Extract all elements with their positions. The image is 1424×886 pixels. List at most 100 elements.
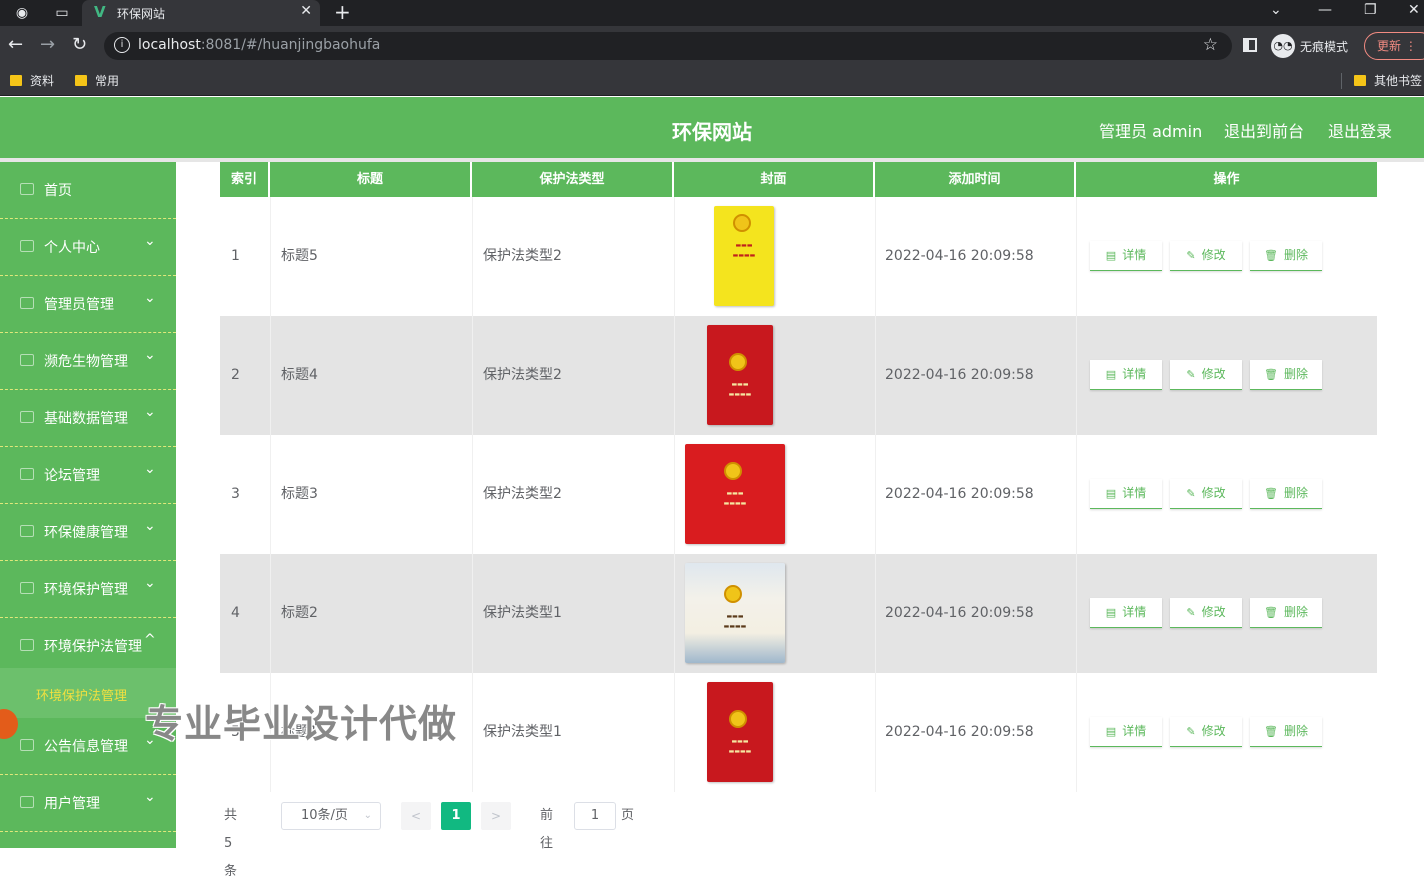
side-panel-icon[interactable] <box>1243 38 1257 52</box>
trash-icon: 🗑 <box>1264 487 1278 500</box>
book-cover-image: ▬▬▬ ▬▬▬▬ <box>685 444 785 544</box>
admin-label: 管理员 admin <box>1099 122 1203 141</box>
bookmark-star-icon[interactable]: ☆ <box>1203 35 1218 55</box>
globe-icon[interactable]: ◉ <box>12 3 32 23</box>
page-number-button[interactable]: 1 <box>441 802 471 830</box>
detail-button[interactable]: ▤ 详情 <box>1090 479 1162 509</box>
edit-button[interactable]: ✎ 修改 <box>1170 717 1242 747</box>
browser-tab[interactable]: V 环保网站 ✕ <box>82 0 320 26</box>
sidebar-item-protection[interactable]: 环境保护管理 ⌄ <box>0 561 176 618</box>
table-row: 2 标题4 保护法类型2 ▬▬▬ ▬▬▬▬ 2022-04-16 20:09:58 ▤ 详情 ✎… <box>220 316 1377 435</box>
column-header-time: 添加时间 <box>875 162 1076 197</box>
chevron-down-icon: ⌄ <box>363 810 372 821</box>
cell-cover: ▬▬▬ ▬▬▬▬ <box>685 563 785 663</box>
page-size-select[interactable]: 10条/页 ⌄ <box>281 802 381 830</box>
cell-type: 保护法类型2 <box>483 248 562 264</box>
cell-type: 保护法类型1 <box>483 724 562 740</box>
menu-icon <box>20 354 34 366</box>
next-page-button[interactable]: > <box>481 802 511 830</box>
column-divider <box>1076 435 1077 554</box>
sidebar-item-basedata[interactable]: 基础数据管理 ⌄ <box>0 390 176 447</box>
national-emblem-icon <box>729 353 747 371</box>
detail-button[interactable]: ▤ 详情 <box>1090 598 1162 628</box>
cover-print-decoration: ▬▬▬▬ <box>732 252 756 259</box>
detail-button[interactable]: ▤ 详情 <box>1090 241 1162 271</box>
column-divider <box>875 554 876 673</box>
pencil-icon: ✎ <box>1186 487 1196 500</box>
delete-button[interactable]: 🗑 删除 <box>1250 717 1322 747</box>
edit-button[interactable]: ✎ 修改 <box>1170 360 1242 390</box>
prev-page-button[interactable]: < <box>401 802 431 830</box>
cell-time: 2022-04-16 20:09:58 <box>885 248 1034 264</box>
folder-icon <box>1354 75 1366 86</box>
cell-title: 标题5 <box>281 248 318 264</box>
browser-toolbar: ← → ↻ i localhost:8081/#/huanjingbaohufa… <box>0 26 1424 66</box>
chevron-down-icon: ⌄ <box>144 575 156 591</box>
pencil-icon: ✎ <box>1186 249 1196 262</box>
sidebar-item-profile[interactable]: 个人中心 ⌄ <box>0 219 176 276</box>
bookmark-folder-other[interactable]: 其他书签 <box>1354 72 1422 89</box>
site-info-icon[interactable]: i <box>114 37 130 53</box>
delete-button[interactable]: 🗑 删除 <box>1250 241 1322 271</box>
cell-time: 2022-04-16 20:09:58 <box>885 724 1034 740</box>
update-button[interactable]: 更新 ⋮ <box>1364 32 1424 60</box>
book-cover-image: ▬▬▬ ▬▬▬▬ <box>685 563 785 663</box>
cell-cover: ▬▬▬ ▬▬▬▬ <box>685 682 785 782</box>
national-emblem-icon <box>724 585 742 603</box>
sidebar-item-home[interactable]: 首页 <box>0 162 176 219</box>
back-icon[interactable]: ← <box>8 35 23 55</box>
delete-button[interactable]: 🗑 删除 <box>1250 360 1322 390</box>
trash-icon: 🗑 <box>1264 725 1278 738</box>
restore-icon[interactable]: ❐ <box>1364 2 1377 18</box>
column-divider <box>1076 316 1077 435</box>
edit-button[interactable]: ✎ 修改 <box>1170 241 1242 271</box>
cell-title: 标题4 <box>281 367 318 383</box>
sidebar-item-users[interactable]: 用户管理 ⌄ <box>0 775 176 832</box>
logout-link[interactable]: 退出登录 <box>1328 118 1392 142</box>
cover-print-decoration: ▬▬▬ <box>731 738 749 745</box>
column-divider <box>472 316 473 435</box>
tab-title: 环保网站 <box>117 7 166 21</box>
table-row: 1 标题5 保护法类型2 ▬▬▬ ▬▬▬▬ 2022-04-16 20:09:58 ▤ 详情 ✎… <box>220 197 1377 316</box>
forward-icon[interactable]: → <box>40 35 55 55</box>
tab-overview-icon[interactable]: ▭ <box>52 3 72 23</box>
column-header-actions: 操作 <box>1213 172 1240 187</box>
bookmark-folder-ziliao[interactable]: 资料 <box>10 72 54 89</box>
delete-button[interactable]: 🗑 删除 <box>1250 598 1322 628</box>
new-tab-icon[interactable]: + <box>334 0 351 24</box>
sidebar-item-protection-law[interactable]: 环境保护法管理 ^ <box>0 618 176 668</box>
cell-type: 保护法类型2 <box>483 486 562 502</box>
edit-button[interactable]: ✎ 修改 <box>1170 479 1242 509</box>
bookmark-folder-changyong[interactable]: 常用 <box>75 72 119 89</box>
sidebar-item-species[interactable]: 濒危生物管理 ⌄ <box>0 333 176 390</box>
cell-cover: ▬▬▬ ▬▬▬▬ <box>685 325 785 425</box>
detail-button[interactable]: ▤ 详情 <box>1090 360 1162 390</box>
reload-icon[interactable]: ↻ <box>72 35 87 55</box>
chevron-down-icon: ⌄ <box>144 518 156 534</box>
column-divider <box>472 435 473 554</box>
url-text[interactable]: localhost:8081/#/huanjingbaohufa <box>138 37 380 53</box>
close-tab-icon[interactable]: ✕ <box>300 3 312 19</box>
close-window-icon[interactable]: ✕ <box>1408 2 1420 18</box>
cover-print-decoration: ▬▬▬▬ <box>728 748 752 755</box>
sidebar-item-admins[interactable]: 管理员管理 ⌄ <box>0 276 176 333</box>
minimize-icon[interactable]: — <box>1318 2 1332 18</box>
sidebar-item-health[interactable]: 环保健康管理 ⌄ <box>0 504 176 561</box>
cell-type: 保护法类型2 <box>483 367 562 383</box>
sidebar-item-forum[interactable]: 论坛管理 ⌄ <box>0 447 176 504</box>
cell-index: 1 <box>231 248 240 264</box>
document-icon: ▤ <box>1105 249 1117 262</box>
menu-icon <box>20 739 34 751</box>
delete-button[interactable]: 🗑 删除 <box>1250 479 1322 509</box>
address-bar[interactable]: i localhost:8081/#/huanjingbaohufa ☆ <box>104 32 1232 60</box>
cover-print-decoration: ▬▬▬ <box>726 490 744 497</box>
goto-page-input[interactable]: 1 <box>574 802 616 830</box>
detail-button[interactable]: ▤ 详情 <box>1090 717 1162 747</box>
chevron-down-icon: ⌄ <box>144 290 156 306</box>
exit-to-front-link[interactable]: 退出到前台 <box>1224 118 1304 142</box>
edit-button[interactable]: ✎ 修改 <box>1170 598 1242 628</box>
cell-index: 3 <box>231 486 240 502</box>
tab-search-icon[interactable]: ⌄ <box>1270 2 1282 18</box>
menu-icon <box>20 525 34 537</box>
goto-label: 前往 <box>540 808 554 851</box>
